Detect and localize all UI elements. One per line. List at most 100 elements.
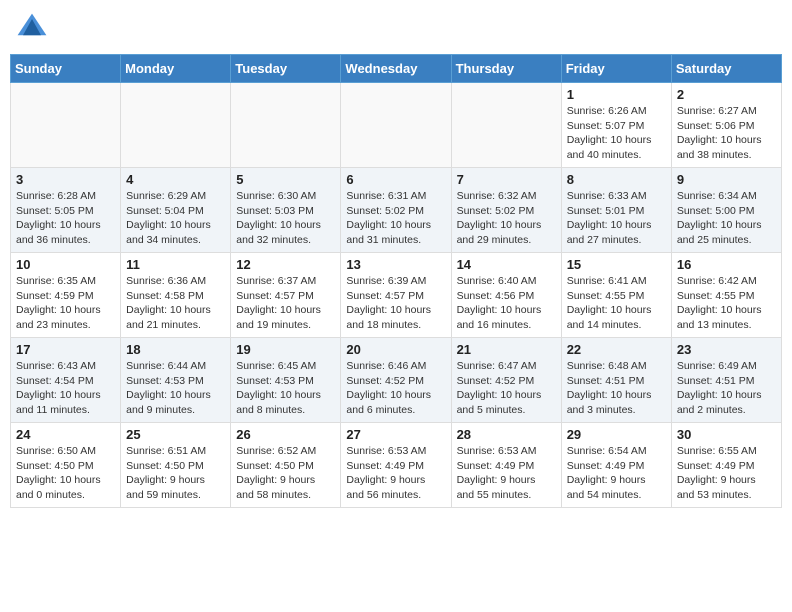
day-number: 11 [126,257,225,272]
calendar-day-cell: 28Sunrise: 6:53 AM Sunset: 4:49 PM Dayli… [451,423,561,508]
day-number: 23 [677,342,776,357]
calendar-day-cell: 5 Sunrise: 6:30 AM Sunset: 5:03 PM Daylig… [231,168,341,253]
calendar-week-row: 10 Sunrise: 6:35 AM Sunset: 4:59 PM Dayli… [11,253,782,338]
calendar-day-cell [121,83,231,168]
calendar-week-row: 17 Sunrise: 6:43 AM Sunset: 4:54 PM Dayli… [11,338,782,423]
day-number: 30 [677,427,776,442]
day-info: Sunrise: 6:42 AM Sunset: 4:55 PM Dayligh… [677,274,776,333]
day-info: Sunrise: 6:53 AM Sunset: 4:49 PM Dayligh… [457,444,556,503]
weekday-header-cell: Friday [561,55,671,83]
day-info: Sunrise: 6:36 AM Sunset: 4:58 PM Dayligh… [126,274,225,333]
day-number: 3 [16,172,115,187]
day-number: 10 [16,257,115,272]
day-info: Sunrise: 6:55 AM Sunset: 4:49 PM Dayligh… [677,444,776,503]
calendar-day-cell: 6 Sunrise: 6:31 AM Sunset: 5:02 PM Daylig… [341,168,451,253]
day-info: Sunrise: 6:46 AM Sunset: 4:52 PM Dayligh… [346,359,445,418]
weekday-header-cell: Wednesday [341,55,451,83]
day-info: Sunrise: 6:34 AM Sunset: 5:00 PM Dayligh… [677,189,776,248]
day-info: Sunrise: 6:47 AM Sunset: 4:52 PM Dayligh… [457,359,556,418]
calendar-day-cell: 18 Sunrise: 6:44 AM Sunset: 4:53 PM Dayli… [121,338,231,423]
calendar-day-cell: 23 Sunrise: 6:49 AM Sunset: 4:51 PM Dayli… [671,338,781,423]
day-number: 17 [16,342,115,357]
weekday-header-cell: Saturday [671,55,781,83]
day-number: 26 [236,427,335,442]
calendar-day-cell: 2 Sunrise: 6:27 AM Sunset: 5:06 PM Daylig… [671,83,781,168]
day-info: Sunrise: 6:33 AM Sunset: 5:01 PM Dayligh… [567,189,666,248]
weekday-header-cell: Tuesday [231,55,341,83]
calendar-day-cell: 16 Sunrise: 6:42 AM Sunset: 4:55 PM Dayli… [671,253,781,338]
day-info: Sunrise: 6:54 AM Sunset: 4:49 PM Dayligh… [567,444,666,503]
calendar-day-cell: 25Sunrise: 6:51 AM Sunset: 4:50 PM Dayli… [121,423,231,508]
day-number: 24 [16,427,115,442]
day-number: 9 [677,172,776,187]
day-number: 4 [126,172,225,187]
day-info: Sunrise: 6:40 AM Sunset: 4:56 PM Dayligh… [457,274,556,333]
calendar-day-cell: 21 Sunrise: 6:47 AM Sunset: 4:52 PM Dayli… [451,338,561,423]
day-info: Sunrise: 6:45 AM Sunset: 4:53 PM Dayligh… [236,359,335,418]
calendar-day-cell: 14 Sunrise: 6:40 AM Sunset: 4:56 PM Dayli… [451,253,561,338]
day-number: 7 [457,172,556,187]
calendar-day-cell: 27 Sunrise: 6:53 AM Sunset: 4:49 PM Dayli… [341,423,451,508]
calendar-day-cell: 24 Sunrise: 6:50 AM Sunset: 4:50 PM Dayli… [11,423,121,508]
calendar-day-cell: 1 Sunrise: 6:26 AM Sunset: 5:07 PM Daylig… [561,83,671,168]
day-number: 12 [236,257,335,272]
day-info: Sunrise: 6:41 AM Sunset: 4:55 PM Dayligh… [567,274,666,333]
day-number: 6 [346,172,445,187]
day-info: Sunrise: 6:44 AM Sunset: 4:53 PM Dayligh… [126,359,225,418]
day-number: 14 [457,257,556,272]
day-number: 18 [126,342,225,357]
day-number: 13 [346,257,445,272]
day-number: 16 [677,257,776,272]
day-info: Sunrise: 6:52 AM Sunset: 4:50 PM Dayligh… [236,444,335,503]
calendar-day-cell: 22 Sunrise: 6:48 AM Sunset: 4:51 PM Dayli… [561,338,671,423]
day-number: 27 [346,427,445,442]
calendar-day-cell [11,83,121,168]
calendar-week-row: 24 Sunrise: 6:50 AM Sunset: 4:50 PM Dayli… [11,423,782,508]
weekday-header-row: SundayMondayTuesdayWednesdayThursdayFrid… [11,55,782,83]
day-number: 20 [346,342,445,357]
weekday-header-cell: Sunday [11,55,121,83]
day-number: 5 [236,172,335,187]
calendar-day-cell: 3 Sunrise: 6:28 AM Sunset: 5:05 PM Daylig… [11,168,121,253]
calendar-day-cell: 30 Sunrise: 6:55 AM Sunset: 4:49 PM Dayli… [671,423,781,508]
day-info: Sunrise: 6:30 AM Sunset: 5:03 PM Dayligh… [236,189,335,248]
calendar-day-cell [341,83,451,168]
day-info: Sunrise: 6:50 AM Sunset: 4:50 PM Dayligh… [16,444,115,503]
weekday-header-cell: Thursday [451,55,561,83]
day-info: Sunrise: 6:53 AM Sunset: 4:49 PM Dayligh… [346,444,445,503]
calendar-day-cell [451,83,561,168]
calendar-day-cell: 15 Sunrise: 6:41 AM Sunset: 4:55 PM Dayli… [561,253,671,338]
calendar-day-cell: 19 Sunrise: 6:45 AM Sunset: 4:53 PM Dayli… [231,338,341,423]
day-info: Sunrise: 6:32 AM Sunset: 5:02 PM Dayligh… [457,189,556,248]
calendar-day-cell: 12 Sunrise: 6:37 AM Sunset: 4:57 PM Dayli… [231,253,341,338]
day-info: Sunrise: 6:43 AM Sunset: 4:54 PM Dayligh… [16,359,115,418]
calendar-day-cell: 10 Sunrise: 6:35 AM Sunset: 4:59 PM Dayli… [11,253,121,338]
day-info: Sunrise: 6:37 AM Sunset: 4:57 PM Dayligh… [236,274,335,333]
day-number: 29 [567,427,666,442]
calendar-day-cell: 7 Sunrise: 6:32 AM Sunset: 5:02 PM Daylig… [451,168,561,253]
day-info: Sunrise: 6:31 AM Sunset: 5:02 PM Dayligh… [346,189,445,248]
calendar-day-cell: 11 Sunrise: 6:36 AM Sunset: 4:58 PM Dayli… [121,253,231,338]
day-info: Sunrise: 6:48 AM Sunset: 4:51 PM Dayligh… [567,359,666,418]
day-number: 22 [567,342,666,357]
calendar-body: 1 Sunrise: 6:26 AM Sunset: 5:07 PM Daylig… [11,83,782,508]
day-number: 1 [567,87,666,102]
calendar-day-cell: 29 Sunrise: 6:54 AM Sunset: 4:49 PM Dayli… [561,423,671,508]
day-number: 21 [457,342,556,357]
day-info: Sunrise: 6:28 AM Sunset: 5:05 PM Dayligh… [16,189,115,248]
day-info: Sunrise: 6:29 AM Sunset: 5:04 PM Dayligh… [126,189,225,248]
calendar-day-cell: 20 Sunrise: 6:46 AM Sunset: 4:52 PM Dayli… [341,338,451,423]
day-info: Sunrise: 6:27 AM Sunset: 5:06 PM Dayligh… [677,104,776,163]
day-info: Sunrise: 6:49 AM Sunset: 4:51 PM Dayligh… [677,359,776,418]
calendar-week-row: 1 Sunrise: 6:26 AM Sunset: 5:07 PM Daylig… [11,83,782,168]
day-number: 15 [567,257,666,272]
calendar-day-cell: 26 Sunrise: 6:52 AM Sunset: 4:50 PM Dayli… [231,423,341,508]
page-header [10,10,782,46]
calendar-day-cell: 17 Sunrise: 6:43 AM Sunset: 4:54 PM Dayli… [11,338,121,423]
day-number: 8 [567,172,666,187]
day-number: 2 [677,87,776,102]
day-info: Sunrise: 6:35 AM Sunset: 4:59 PM Dayligh… [16,274,115,333]
day-number: 19 [236,342,335,357]
day-info: Sunrise: 6:26 AM Sunset: 5:07 PM Dayligh… [567,104,666,163]
calendar-day-cell: 4 Sunrise: 6:29 AM Sunset: 5:04 PM Daylig… [121,168,231,253]
